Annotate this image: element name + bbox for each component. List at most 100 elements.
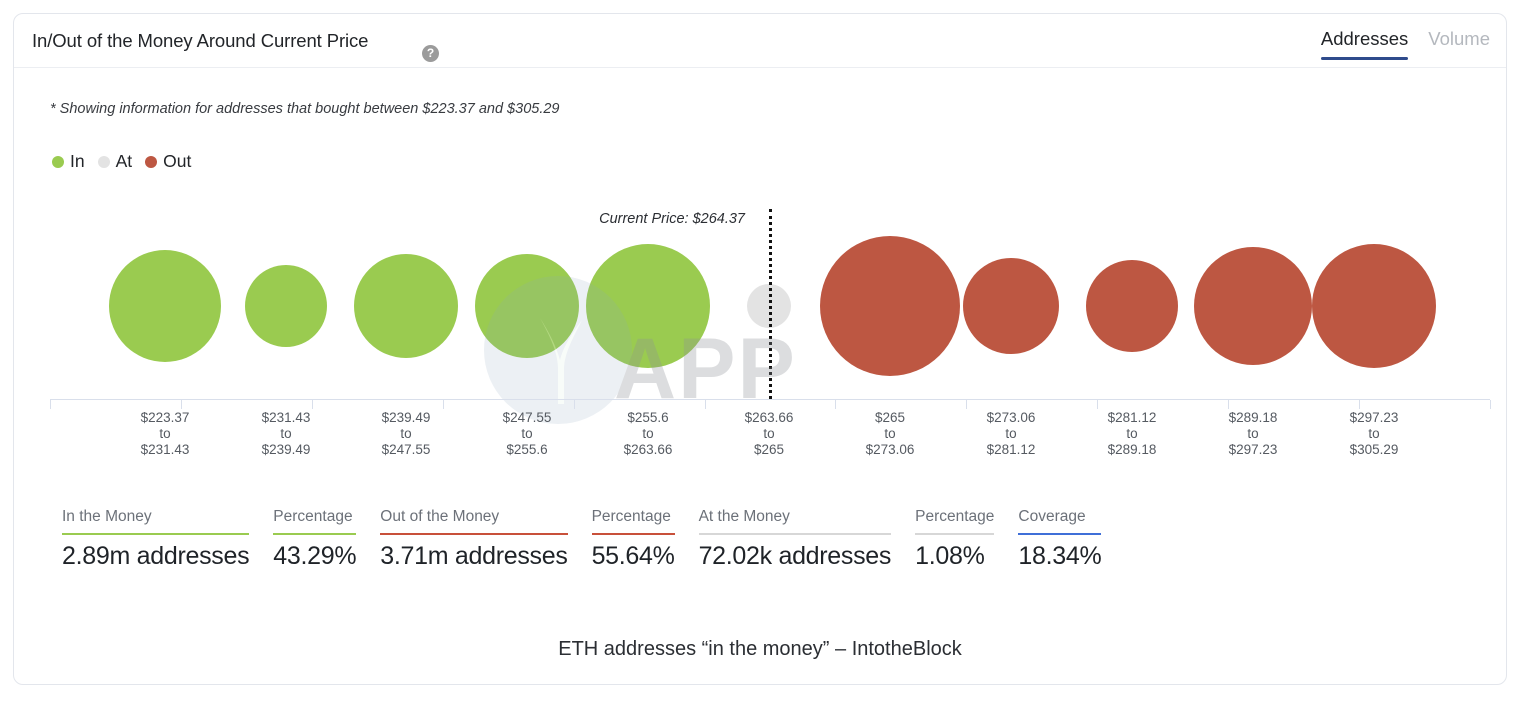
axis-label-line: $239.49 xyxy=(261,442,311,457)
chart-subtitle: * Showing information for addresses that… xyxy=(50,101,560,117)
stat-block-0: In the Money 2.89m addresses xyxy=(62,508,250,571)
bubble-out-8[interactable] xyxy=(1086,260,1178,352)
axis-label-line: $297.23 xyxy=(1349,410,1399,425)
summary-stats: In the Money 2.89m addresses Percentage 43.… xyxy=(62,508,1102,571)
axis-label-line: to xyxy=(763,426,775,441)
axis-tick xyxy=(50,400,51,409)
bubble-in-2[interactable] xyxy=(354,254,458,358)
axis-label-line: $247.55 xyxy=(502,410,552,425)
axis-label-line: to xyxy=(884,426,896,441)
bubble-out-9[interactable] xyxy=(1194,247,1312,365)
x-axis-ticks xyxy=(50,400,1491,409)
stat-rule xyxy=(698,533,892,535)
axis-label-line: $273.06 xyxy=(865,442,915,457)
bubble-in-3[interactable] xyxy=(475,254,579,358)
tab-addresses[interactable]: Addresses xyxy=(1320,28,1409,60)
axis-label-line: to xyxy=(1368,426,1380,441)
axis-label-4: $255.6 to $263.66 xyxy=(624,410,673,458)
axis-label-line: to xyxy=(1247,426,1259,441)
axis-label-line: $247.55 xyxy=(381,442,431,457)
axis-tick xyxy=(705,400,706,409)
axis-tick xyxy=(443,400,444,409)
legend-item-out[interactable]: Out xyxy=(145,151,191,172)
axis-label-3: $247.55 to $255.6 xyxy=(503,410,552,458)
axis-label-line: $297.23 xyxy=(1228,442,1278,457)
axis-label-line: $255.6 xyxy=(627,410,669,425)
legend-label-in: In xyxy=(70,151,85,171)
axis-label-line: $265 xyxy=(874,410,906,425)
axis-label-line: $265 xyxy=(753,442,785,457)
stat-label: In the Money xyxy=(62,508,152,525)
stat-rule xyxy=(380,533,568,535)
current-price-label: Current Price: $264.37 xyxy=(599,211,745,227)
question-mark-icon[interactable]: ? xyxy=(422,45,439,62)
stat-rule xyxy=(591,533,675,535)
axis-tick xyxy=(835,400,836,409)
stat-value: 72.02k addresses xyxy=(698,542,892,570)
axis-tick xyxy=(1490,400,1491,409)
bubble-in-0[interactable] xyxy=(109,250,221,362)
stat-block-6: Coverage 18.34% xyxy=(1018,508,1102,571)
bubble-out-6[interactable] xyxy=(820,236,960,376)
stat-block-4: At the Money 72.02k addresses xyxy=(698,508,892,571)
bubble-in-4[interactable] xyxy=(586,244,710,368)
stat-label: At the Money xyxy=(698,508,790,525)
card-header: In/Out of the Money Around Current Price… xyxy=(14,14,1506,68)
stat-label: Percentage xyxy=(915,508,995,525)
stat-value: 1.08% xyxy=(915,542,985,570)
chart-caption: ETH addresses “in the money” – IntotheBl… xyxy=(558,638,962,660)
axis-label-line: to xyxy=(1126,426,1138,441)
axis-label-line: to xyxy=(642,426,654,441)
stat-block-3: Percentage 55.64% xyxy=(591,508,675,571)
axis-tick xyxy=(966,400,967,409)
legend-item-at[interactable]: At xyxy=(97,151,132,172)
stat-label: Coverage xyxy=(1018,508,1086,525)
axis-tick xyxy=(312,400,313,409)
axis-tick xyxy=(181,400,182,409)
axis-label-line: $281.12 xyxy=(1107,410,1157,425)
legend-dot-out-icon xyxy=(145,155,158,168)
axis-label-line: $223.37 xyxy=(140,410,190,425)
axis-label-line: $305.29 xyxy=(1349,442,1399,457)
axis-label-line: to xyxy=(521,426,533,441)
axis-label-line: $281.12 xyxy=(986,442,1036,457)
axis-label-0: $223.37 to $231.43 xyxy=(141,410,190,458)
current-price-line xyxy=(769,209,772,399)
axis-label-line: $273.06 xyxy=(986,410,1036,425)
axis-label-line: $263.66 xyxy=(744,410,794,425)
tab-volume[interactable]: Volume xyxy=(1428,28,1490,60)
bubble-out-7[interactable] xyxy=(963,258,1059,354)
axis-label-line: $231.43 xyxy=(140,442,190,457)
axis-label-2: $239.49 to $247.55 xyxy=(382,410,431,458)
axis-label-line: to xyxy=(280,426,292,441)
axis-label-10: $297.23 to $305.29 xyxy=(1350,410,1399,458)
in-out-money-card: In/Out of the Money Around Current Price… xyxy=(13,13,1507,685)
axis-label-line: $255.6 xyxy=(506,442,548,457)
axis-label-1: $231.43 to $239.49 xyxy=(262,410,311,458)
stat-value: 55.64% xyxy=(591,542,675,570)
stat-block-1: Percentage 43.29% xyxy=(273,508,357,571)
stat-rule xyxy=(62,533,250,535)
axis-label-line: $289.18 xyxy=(1107,442,1157,457)
stat-value: 43.29% xyxy=(273,542,357,570)
legend-item-in[interactable]: In xyxy=(52,151,85,172)
stat-label: Out of the Money xyxy=(380,508,500,525)
axis-label-line: to xyxy=(400,426,412,441)
axis-tick xyxy=(1359,400,1360,409)
page-title: In/Out of the Money Around Current Price xyxy=(32,30,369,51)
axis-label-line: $239.49 xyxy=(381,410,431,425)
stat-block-2: Out of the Money 3.71m addresses xyxy=(380,508,568,571)
axis-label-line: to xyxy=(1005,426,1017,441)
legend-label-out: Out xyxy=(163,151,192,171)
bubble-plot: Current Price: $264.37 xyxy=(50,194,1490,399)
legend-dot-at-icon xyxy=(97,155,110,168)
bubble-out-10[interactable] xyxy=(1312,244,1436,368)
stat-rule xyxy=(273,533,357,535)
stat-value: 3.71m addresses xyxy=(380,542,568,570)
chart-legend: In At Out xyxy=(52,151,191,172)
stat-label: Percentage xyxy=(273,508,353,525)
axis-label-line: $289.18 xyxy=(1228,410,1278,425)
bubble-in-1[interactable] xyxy=(245,265,327,347)
axis-label-8: $281.12 to $289.18 xyxy=(1108,410,1157,458)
stat-label: Percentage xyxy=(591,508,671,525)
